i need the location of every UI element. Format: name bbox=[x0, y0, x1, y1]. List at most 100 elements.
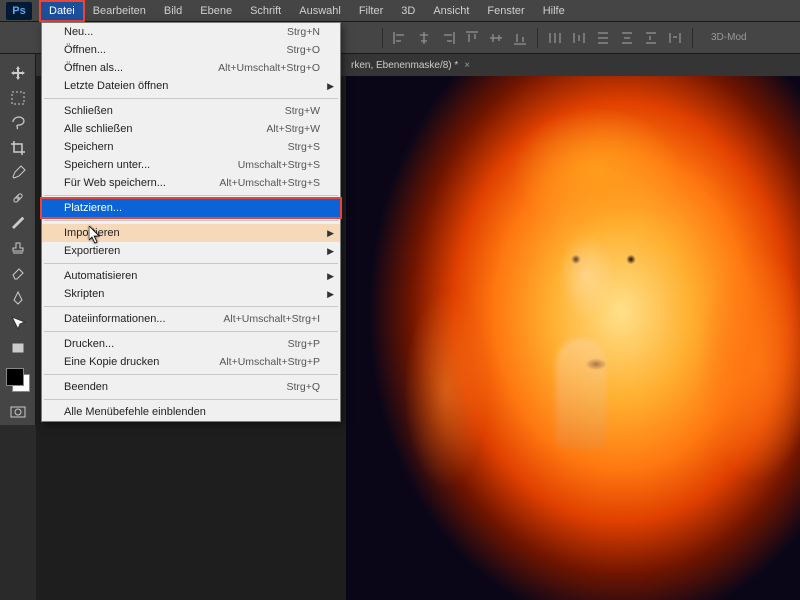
menu-item-ffnen-als[interactable]: Öffnen als...Alt+Umschalt+Strg+O bbox=[42, 59, 340, 77]
menu-bild[interactable]: Bild bbox=[155, 1, 191, 21]
align-center-v-icon[interactable] bbox=[487, 29, 505, 47]
menu-separator bbox=[44, 195, 338, 196]
menu-item-dateiinformationen[interactable]: Dateiinformationen...Alt+Umschalt+Strg+I bbox=[42, 310, 340, 328]
marquee-tool[interactable] bbox=[4, 86, 32, 110]
menu-item-speichern[interactable]: SpeichernStrg+S bbox=[42, 138, 340, 156]
menu-item-eine-kopie-drucken[interactable]: Eine Kopie druckenAlt+Umschalt+Strg+P bbox=[42, 353, 340, 371]
menu-item-label: Neu... bbox=[64, 26, 287, 38]
menu-hilfe[interactable]: Hilfe bbox=[534, 1, 574, 21]
align-center-h-icon[interactable] bbox=[415, 29, 433, 47]
menu-item-label: Dateiinformationen... bbox=[64, 313, 223, 325]
menu-separator bbox=[44, 306, 338, 307]
menu-datei[interactable]: Datei bbox=[40, 1, 84, 21]
lasso-tool[interactable] bbox=[4, 111, 32, 135]
menu-item-label: Eine Kopie drucken bbox=[64, 356, 219, 368]
menu-item-automatisieren[interactable]: Automatisieren▶ bbox=[42, 267, 340, 285]
menu-item-f-r-web-speichern[interactable]: Für Web speichern...Alt+Umschalt+Strg+S bbox=[42, 174, 340, 192]
crop-tool[interactable] bbox=[4, 136, 32, 160]
menu-item-exportieren[interactable]: Exportieren▶ bbox=[42, 242, 340, 260]
eraser-tool[interactable] bbox=[4, 261, 32, 285]
menu-shortcut: Strg+N bbox=[287, 26, 320, 38]
menu-shortcut: Strg+O bbox=[286, 44, 320, 56]
menu-item-letzte-dateien-ffnen[interactable]: Letzte Dateien öffnen▶ bbox=[42, 77, 340, 95]
distribute-v-icon[interactable] bbox=[594, 29, 612, 47]
distribute-h-icon[interactable] bbox=[546, 29, 564, 47]
menu-separator bbox=[44, 263, 338, 264]
menu-separator bbox=[44, 98, 338, 99]
distribute-vc-icon[interactable] bbox=[618, 29, 636, 47]
menu-item-speichern-unter[interactable]: Speichern unter...Umschalt+Strg+S bbox=[42, 156, 340, 174]
pen-tool[interactable] bbox=[4, 286, 32, 310]
menu-separator bbox=[44, 220, 338, 221]
stamp-tool[interactable] bbox=[4, 236, 32, 260]
menu-shortcut: Umschalt+Strg+S bbox=[238, 159, 320, 171]
mode-label: 3D-Mod bbox=[711, 32, 747, 43]
menu-item-label: Importieren bbox=[64, 227, 320, 239]
healing-tool[interactable] bbox=[4, 186, 32, 210]
path-tool[interactable] bbox=[4, 311, 32, 335]
menu-item-label: Drucken... bbox=[64, 338, 288, 350]
file-menu-dropdown: Neu...Strg+NÖffnen...Strg+OÖffnen als...… bbox=[41, 22, 341, 422]
distribute-s2-icon[interactable] bbox=[666, 29, 684, 47]
menu-item-label: Platzieren... bbox=[64, 202, 320, 214]
brush-tool[interactable] bbox=[4, 211, 32, 235]
align-top-icon[interactable] bbox=[463, 29, 481, 47]
separator bbox=[692, 28, 693, 48]
eyedropper-tool[interactable] bbox=[4, 161, 32, 185]
menu-item-ffnen[interactable]: Öffnen...Strg+O bbox=[42, 41, 340, 59]
menu-item-label: Alle Menübefehle einblenden bbox=[64, 406, 320, 418]
menu-item-beenden[interactable]: BeendenStrg+Q bbox=[42, 378, 340, 396]
menu-separator bbox=[44, 399, 338, 400]
menu-item-skripten[interactable]: Skripten ▶ bbox=[42, 285, 340, 303]
menu-shortcut: Alt+Umschalt+Strg+P bbox=[219, 356, 320, 368]
menu-ebene[interactable]: Ebene bbox=[191, 1, 241, 21]
menu-item-neu[interactable]: Neu...Strg+N bbox=[42, 23, 340, 41]
document-image bbox=[346, 76, 800, 600]
menu-item-schlie-en[interactable]: SchließenStrg+W bbox=[42, 102, 340, 120]
menu-item-label: Letzte Dateien öffnen bbox=[64, 80, 320, 92]
menu-item-label: Alle schließen bbox=[64, 123, 266, 135]
menu-item-platzieren[interactable]: Platzieren... bbox=[42, 199, 340, 217]
menu-shortcut: Alt+Umschalt+Strg+S bbox=[219, 177, 320, 189]
menu-schrift[interactable]: Schrift bbox=[241, 1, 290, 21]
menu-shortcut: Strg+Q bbox=[286, 381, 320, 393]
rectangle-tool[interactable] bbox=[4, 336, 32, 360]
align-right-icon[interactable] bbox=[439, 29, 457, 47]
menu-shortcut: Alt+Umschalt+Strg+I bbox=[223, 313, 320, 325]
menu-shortcut: Strg+P bbox=[288, 338, 320, 350]
document-tab[interactable]: rken, Ebenenmaske/8) * × bbox=[343, 56, 478, 75]
submenu-arrow-icon: ▶ bbox=[327, 271, 334, 282]
menu-shortcut: Alt+Umschalt+Strg+O bbox=[218, 62, 320, 74]
menu-shortcut: Strg+S bbox=[288, 141, 320, 153]
document-tab-title: rken, Ebenenmaske/8) * bbox=[351, 60, 458, 71]
menu-separator bbox=[44, 374, 338, 375]
close-icon[interactable]: × bbox=[464, 60, 470, 71]
menu-item-label: Für Web speichern... bbox=[64, 177, 219, 189]
menu-item-label: Schließen bbox=[64, 105, 285, 117]
menu-fenster[interactable]: Fenster bbox=[478, 1, 533, 21]
menu-item-drucken[interactable]: Drucken...Strg+P bbox=[42, 335, 340, 353]
menu-item-label: Skripten bbox=[64, 288, 320, 300]
distribute-hc-icon[interactable] bbox=[570, 29, 588, 47]
menu-item-alle-schlie-en[interactable]: Alle schließenAlt+Strg+W bbox=[42, 120, 340, 138]
align-bottom-icon[interactable] bbox=[511, 29, 529, 47]
menu-filter[interactable]: Filter bbox=[350, 1, 392, 21]
toolbox bbox=[0, 54, 36, 425]
menu-item-label: Beenden bbox=[64, 381, 286, 393]
foreground-color-swatch[interactable] bbox=[6, 368, 24, 386]
menu-3d[interactable]: 3D bbox=[392, 1, 424, 21]
menu-item-label: Öffnen als... bbox=[64, 62, 218, 74]
submenu-arrow-icon: ▶ bbox=[327, 246, 334, 257]
menu-bearbeiten[interactable]: Bearbeiten bbox=[84, 1, 155, 21]
move-tool[interactable] bbox=[4, 61, 32, 85]
submenu-arrow-icon: ▶ bbox=[327, 289, 334, 300]
menu-ansicht[interactable]: Ansicht bbox=[424, 1, 478, 21]
menu-auswahl[interactable]: Auswahl bbox=[290, 1, 350, 21]
menu-item-alle-men-befehle-einblenden[interactable]: Alle Menübefehle einblenden bbox=[42, 403, 340, 421]
distribute-s1-icon[interactable] bbox=[642, 29, 660, 47]
quickmask-tool[interactable] bbox=[4, 400, 32, 424]
menu-item-importieren[interactable]: Importieren▶ bbox=[42, 224, 340, 242]
align-left-icon[interactable] bbox=[391, 29, 409, 47]
color-swatches[interactable] bbox=[4, 366, 32, 394]
menu-item-label: Öffnen... bbox=[64, 44, 286, 56]
